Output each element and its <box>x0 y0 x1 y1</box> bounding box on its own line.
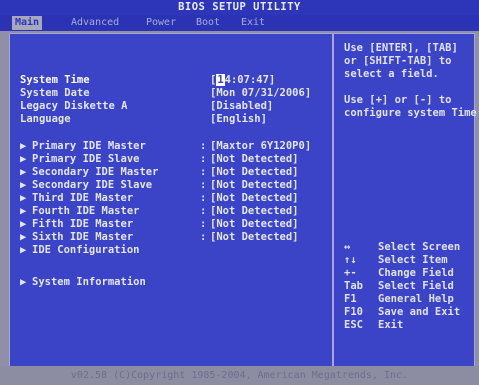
key-hint-general-help: F1 General Help <box>344 293 454 305</box>
submenu-arrow-icon: ▶ <box>20 231 27 243</box>
key-hint-select-field: Tab Select Field <box>344 280 454 292</box>
ide-item-label: Primary IDE Slave <box>32 153 140 165</box>
legacy-diskette-label[interactable]: Legacy Diskette A <box>20 100 127 112</box>
help-text-line: configure system Time. <box>344 107 479 119</box>
ide-item-label: Fifth IDE Master <box>32 218 134 230</box>
key-hint-key: ESC <box>344 319 363 331</box>
key-hint-key: +- <box>344 267 357 279</box>
ide-item-secondary-master[interactable]: ▶ Secondary IDE Master <box>20 166 158 178</box>
help-panel: Use [ENTER], [TAB] or [SHIFT-TAB] to sel… <box>333 33 479 368</box>
ide-item-separator: : <box>200 153 207 165</box>
submenu-arrow-icon: ▶ <box>20 244 27 256</box>
system-time-rest: 4:07:47] <box>224 74 276 86</box>
ide-item-separator: : <box>200 166 207 178</box>
ide-item-separator: : <box>200 192 207 204</box>
ide-item-third-master[interactable]: ▶ Third IDE Master <box>20 192 133 204</box>
submenu-arrow-icon: ▶ <box>20 192 27 204</box>
ide-item-separator: : <box>200 179 207 191</box>
submenu-arrow-icon: ▶ <box>20 179 27 191</box>
ide-item-label: Fourth IDE Master <box>32 205 140 217</box>
key-hint-desc: Select Screen <box>378 241 461 253</box>
ide-item-fourth-master[interactable]: ▶ Fourth IDE Master <box>20 205 139 217</box>
key-hint-desc: General Help <box>378 293 454 305</box>
tab-boot[interactable]: Boot <box>193 16 223 30</box>
ide-item-primary-slave[interactable]: ▶ Primary IDE Slave <box>20 153 139 165</box>
ide-item-value: [Not Detected] <box>210 231 299 243</box>
submenu-arrow-icon: ▶ <box>20 218 27 230</box>
system-date-value[interactable]: [Mon 07/31/2006] <box>210 87 311 99</box>
help-text-line: select a field. <box>344 68 439 80</box>
submenu-arrow-icon: ▶ <box>20 140 27 152</box>
ide-item-value: [Not Detected] <box>210 166 299 178</box>
tab-bar: Main Advanced Power Boot Exit <box>0 15 479 31</box>
settings-panel: System Time [14:07:47] System Date [Mon … <box>9 33 333 368</box>
system-time-label[interactable]: System Time <box>20 74 90 86</box>
ide-item-fifth-master[interactable]: ▶ Fifth IDE Master <box>20 218 133 230</box>
ide-item-label: Sixth IDE Master <box>32 231 134 243</box>
key-hint-desc: Exit <box>378 319 404 331</box>
key-hint-key: F1 <box>344 293 357 305</box>
ide-configuration-label: IDE Configuration <box>32 244 140 256</box>
submenu-arrow-icon: ▶ <box>20 205 27 217</box>
submenu-arrow-icon: ▶ <box>20 153 27 165</box>
key-hint-desc: Save and Exit <box>378 306 461 318</box>
tab-exit[interactable]: Exit <box>238 16 268 30</box>
legacy-diskette-value[interactable]: [Disabled] <box>210 100 273 112</box>
ide-item-label: Primary IDE Master <box>32 140 146 152</box>
ide-configuration-item[interactable]: ▶ IDE Configuration <box>20 244 139 256</box>
language-label[interactable]: Language <box>20 113 71 125</box>
key-hint-change-field: +- Change Field <box>344 267 454 279</box>
key-hint-save-exit: F10 Save and Exit <box>344 306 460 318</box>
system-information-item[interactable]: ▶ System Information <box>20 276 146 288</box>
system-information-label: System Information <box>32 276 146 288</box>
language-value[interactable]: [English] <box>210 113 267 125</box>
copyright-footer: v02.58 (C)Copyright 1985-2004, American … <box>0 366 479 385</box>
key-hint-exit: ESC Exit <box>344 319 403 331</box>
key-hint-key: F10 <box>344 306 363 318</box>
ide-item-separator: : <box>200 205 207 217</box>
submenu-arrow-icon: ▶ <box>20 276 27 288</box>
ide-item-label: Secondary IDE Slave <box>32 179 153 191</box>
key-hint-desc: Select Field <box>378 280 454 292</box>
ide-item-sixth-master[interactable]: ▶ Sixth IDE Master <box>20 231 133 243</box>
ide-item-separator: : <box>200 218 207 230</box>
ide-item-secondary-slave[interactable]: ▶ Secondary IDE Slave <box>20 179 152 191</box>
ide-item-value: [Maxtor 6Y120P0] <box>210 140 312 152</box>
tab-power[interactable]: Power <box>143 16 179 30</box>
ide-item-separator: : <box>200 231 207 243</box>
system-time-cursor: 1 <box>216 74 225 86</box>
help-text-line: Use [+] or [-] to <box>344 94 452 106</box>
tab-main[interactable]: Main <box>12 16 43 30</box>
submenu-arrow-icon: ▶ <box>20 166 27 178</box>
key-hint-select-item: ↑↓ Select Item <box>344 254 448 266</box>
bios-title: BIOS SETUP UTILITY <box>0 0 479 15</box>
left-right-arrows-icon: ↔ <box>344 241 351 253</box>
ide-item-value: [Not Detected] <box>210 205 299 217</box>
ide-item-separator: : <box>200 140 207 152</box>
tab-advanced[interactable]: Advanced <box>68 16 122 30</box>
key-hint-desc: Change Field <box>378 267 454 279</box>
ide-item-label: Third IDE Master <box>32 192 134 204</box>
up-down-arrows-icon: ↑↓ <box>344 254 357 266</box>
system-time-value[interactable]: [14:07:47] <box>210 74 275 86</box>
ide-item-primary-master[interactable]: ▶ Primary IDE Master <box>20 140 146 152</box>
key-hint-desc: Select Item <box>378 254 448 266</box>
ide-item-value: [Not Detected] <box>210 192 299 204</box>
key-hint-key: Tab <box>344 280 363 292</box>
ide-item-label: Secondary IDE Master <box>32 166 159 178</box>
ide-item-value: [Not Detected] <box>210 153 299 165</box>
key-hint-select-screen: ↔ Select Screen <box>344 241 460 253</box>
ide-item-value: [Not Detected] <box>210 218 299 230</box>
system-date-label[interactable]: System Date <box>20 87 90 99</box>
help-text-line: or [SHIFT-TAB] to <box>344 55 452 67</box>
help-text-line: Use [ENTER], [TAB] <box>344 42 458 54</box>
ide-item-value: [Not Detected] <box>210 179 299 191</box>
